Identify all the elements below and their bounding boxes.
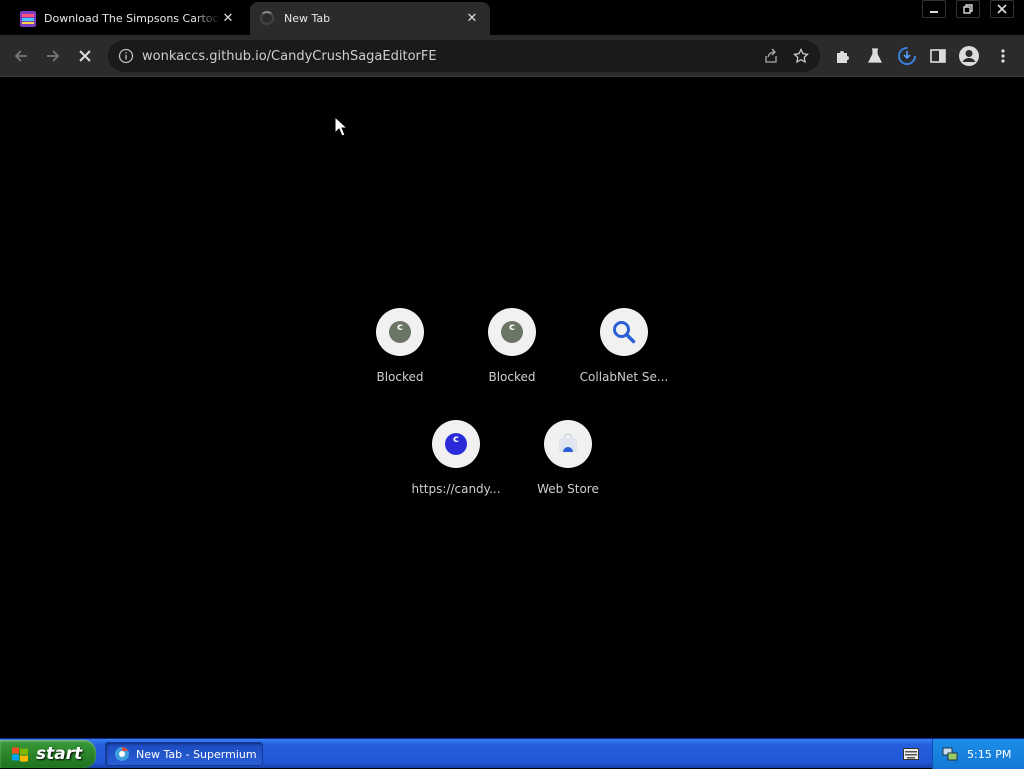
tab-new-tab[interactable]: New Tab ✕ [250, 2, 490, 35]
tab-title: New Tab [284, 12, 331, 25]
taskbar-window-button[interactable]: New Tab - Supermium [105, 742, 263, 766]
side-panel-icon[interactable] [927, 45, 949, 67]
system-tray: 5:15 PM [932, 739, 1024, 769]
shortcut-icon-circle [544, 420, 592, 468]
close-tab-icon[interactable]: ✕ [464, 11, 480, 27]
loading-spinner-icon [260, 10, 276, 27]
shortcut-tile[interactable]: c Blocked [350, 308, 450, 404]
clock: 5:15 PM [967, 747, 1012, 761]
url-text[interactable]: wonkaccs.github.io/CandyCrushSagaEditorF… [142, 49, 760, 64]
forward-button[interactable] [40, 43, 66, 69]
minimize-icon[interactable] [922, 0, 946, 18]
search-icon [613, 321, 636, 344]
start-button[interactable]: start [0, 740, 96, 768]
shortcut-label: Blocked [376, 370, 424, 384]
site-favicon-icon [20, 10, 36, 27]
shortcut-label: Web Store [537, 482, 599, 496]
close-icon [79, 50, 91, 62]
mouse-cursor-icon [334, 116, 348, 137]
site-info-icon[interactable] [118, 48, 134, 64]
shortcut-label: Blocked [488, 370, 536, 384]
shortcut-label: CollabNet Se... [579, 370, 669, 384]
tab-title: Download The Simpsons Cartoon Sh [44, 12, 220, 25]
flask-labs-icon[interactable] [864, 45, 886, 67]
taskbar-window-title: New Tab - Supermium [136, 747, 257, 761]
address-bar[interactable]: wonkaccs.github.io/CandyCrushSagaEditorF… [108, 40, 820, 72]
browser-toolbar: wonkaccs.github.io/CandyCrushSagaEditorF… [0, 35, 1024, 77]
shortcut-icon-circle [600, 308, 648, 356]
new-tab-page: c Blocked c Blocked CollabNet Se... c ht… [0, 78, 1024, 738]
close-window-icon[interactable] [990, 0, 1014, 18]
shortcut-label: https://candy... [411, 482, 501, 496]
stop-loading-button[interactable] [72, 43, 98, 69]
bookmark-star-icon[interactable] [790, 45, 812, 67]
share-icon[interactable] [760, 45, 782, 67]
windows-flag-icon [12, 747, 28, 762]
shortcut-icon-circle: c [432, 420, 480, 468]
shortcut-icon-circle: c [376, 308, 424, 356]
more-menu-icon[interactable] [992, 45, 1014, 67]
web-store-icon [559, 433, 577, 452]
start-label: start [36, 744, 83, 764]
shortcut-icon-circle: c [488, 308, 536, 356]
keyboard-language-icon[interactable] [903, 748, 919, 760]
window-controls [912, 0, 1014, 18]
letter-c-gray-icon: c [501, 321, 523, 343]
arrow-right-icon [47, 50, 60, 62]
download-progress-icon[interactable] [896, 45, 918, 67]
extensions-puzzle-icon[interactable] [832, 45, 854, 67]
back-button[interactable] [8, 43, 34, 69]
profile-avatar-icon[interactable] [958, 45, 980, 67]
shortcut-tile[interactable]: c Blocked [462, 308, 562, 404]
letter-c-gray-icon: c [389, 321, 411, 343]
arrow-left-icon [14, 50, 27, 62]
letter-c-blue-icon: c [445, 433, 467, 455]
close-tab-icon[interactable]: ✕ [220, 11, 236, 27]
shortcut-tile[interactable]: CollabNet Se... [574, 308, 674, 404]
supermium-browser-icon [115, 747, 129, 761]
shortcut-tile[interactable]: c https://candy... [406, 420, 506, 516]
network-status-icon[interactable] [941, 745, 959, 763]
taskbar: start New Tab - Supermium 5:15 PM [0, 738, 1024, 769]
restore-icon[interactable] [956, 0, 980, 18]
tab-strip: Download The Simpsons Cartoon Sh ✕ New T… [0, 0, 1024, 35]
tab-simpsons[interactable]: Download The Simpsons Cartoon Sh ✕ [10, 2, 246, 35]
shortcut-tile[interactable]: Web Store [518, 420, 618, 516]
